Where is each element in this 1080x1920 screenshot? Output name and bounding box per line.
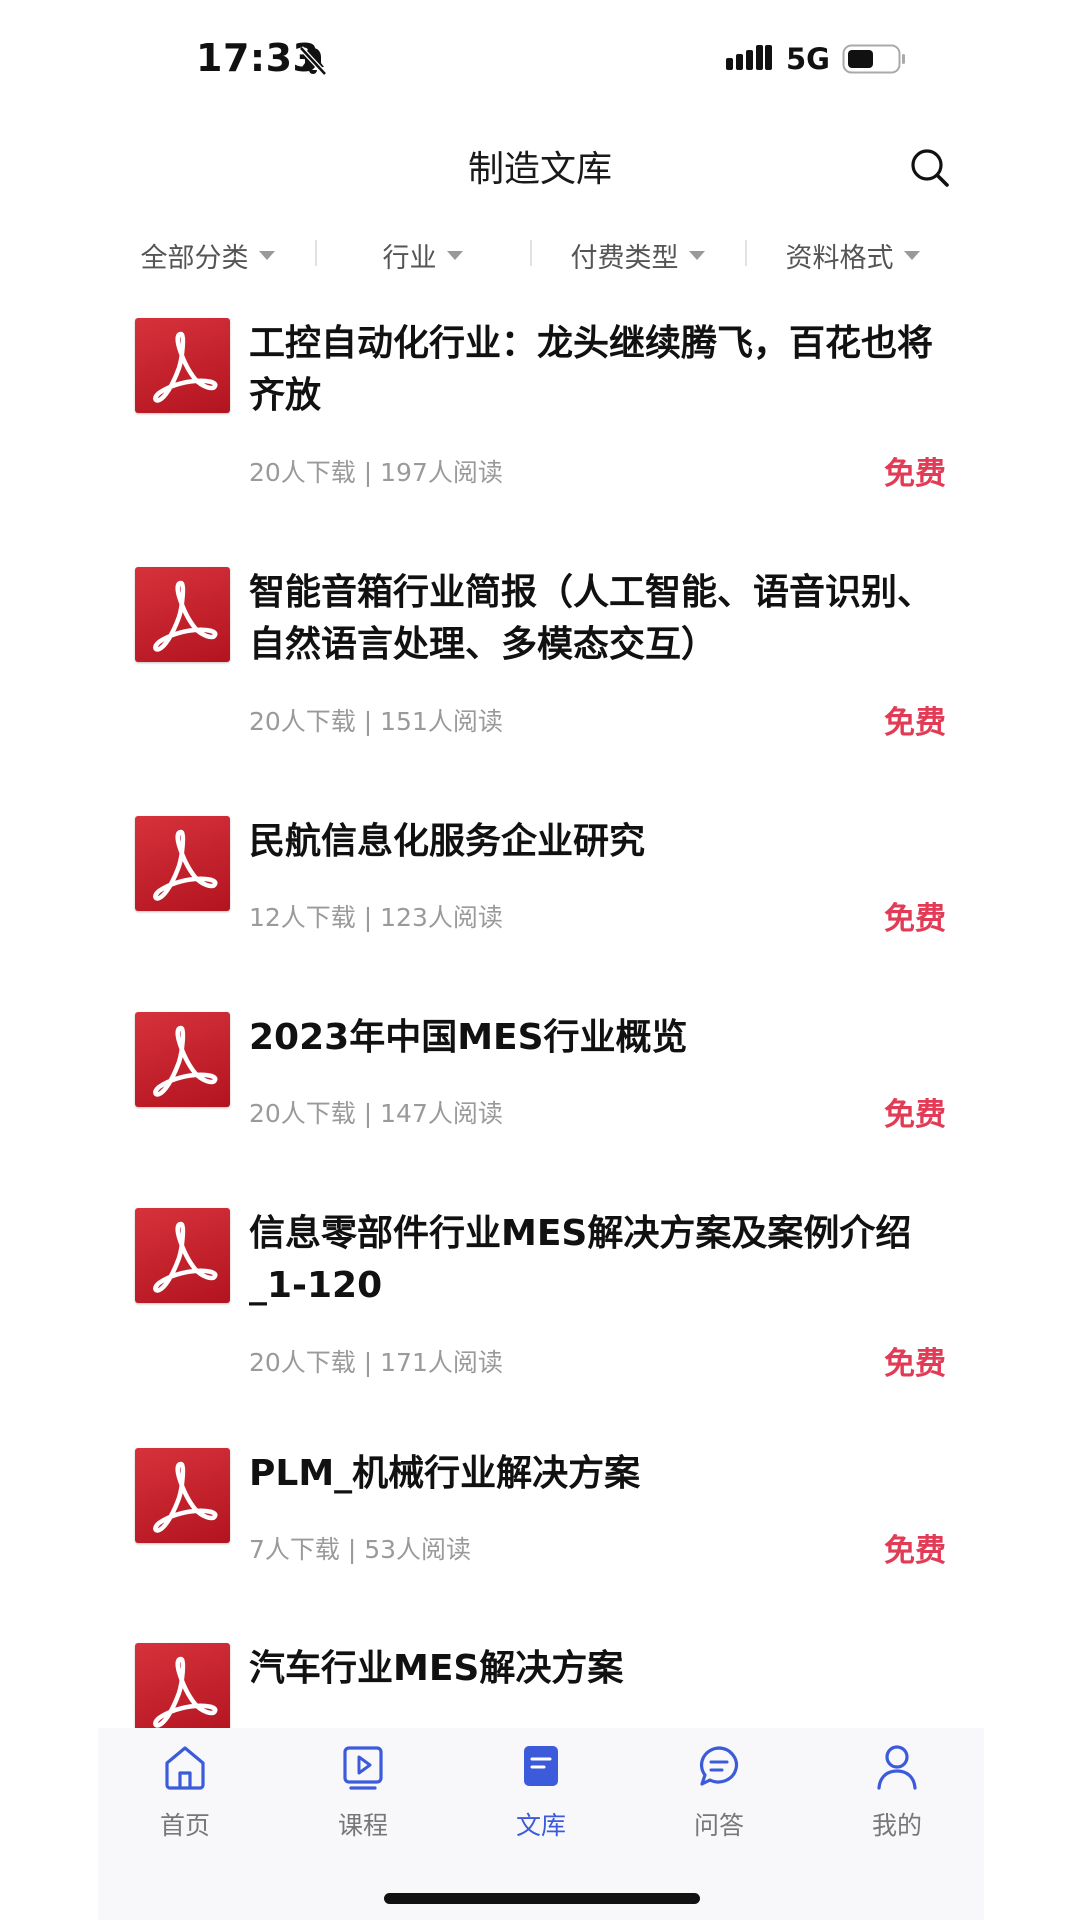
tab-label: 问答 — [693, 1811, 744, 1840]
chat-bubble-icon — [700, 1746, 739, 1786]
price-badge: 免费 — [884, 705, 946, 741]
caret-down-icon — [446, 250, 463, 260]
bell-muted-icon — [299, 46, 327, 76]
filter-payment-type[interactable]: 付费类型 — [530, 236, 745, 275]
battery-icon — [842, 44, 905, 74]
tab-label: 课程 — [337, 1811, 388, 1840]
bottom-tab-bar: 首页 课程 文库 问答 我的 — [98, 1728, 984, 1920]
document-list: 工控自动化行业：龙头继续腾飞，百花也将齐放 20人下载 | 197人阅读 免费 … — [0, 300, 1080, 1730]
document-title: 2023年中国MES行业概览 — [249, 1017, 688, 1058]
course-play-icon — [343, 1746, 383, 1790]
document-stats: 20人下载 | 147人阅读 — [249, 1099, 503, 1128]
document-item[interactable]: 2023年中国MES行业概览 20人下载 | 147人阅读 免费 — [0, 994, 1080, 1174]
tab-courses[interactable]: 课程 — [303, 1728, 423, 1848]
document-title: PLM_机械行业解决方案 — [249, 1453, 641, 1494]
document-title: 汽车行业MES解决方案 — [249, 1648, 624, 1689]
document-item[interactable]: PLM_机械行业解决方案 7人下载 | 53人阅读 免费 — [0, 1430, 1080, 1610]
pdf-icon — [135, 567, 230, 662]
document-item[interactable]: 汽车行业MES解决方案 免费 — [0, 1625, 1080, 1730]
pdf-icon — [135, 816, 230, 911]
filter-label: 资料格式 — [785, 242, 894, 274]
status-bar: 17:33 5G — [0, 0, 1080, 120]
home-icon — [165, 1746, 205, 1790]
search-icon[interactable] — [908, 146, 952, 190]
caret-down-icon — [903, 250, 920, 260]
tab-library[interactable]: 文库 — [481, 1728, 601, 1848]
pdf-icon — [135, 1448, 230, 1543]
document-title: 智能音箱行业简报（人工智能、语音识别、 自然语言处理、多模态交互） — [249, 572, 934, 665]
caret-down-icon — [258, 250, 275, 260]
price-badge: 免费 — [884, 1097, 946, 1133]
price-badge: 免费 — [884, 456, 946, 492]
document-stats: 20人下载 | 151人阅读 — [249, 707, 503, 736]
tab-label: 文库 — [515, 1811, 566, 1840]
filter-file-format[interactable]: 资料格式 — [745, 236, 960, 275]
filter-industry[interactable]: 行业 — [315, 236, 530, 275]
home-indicator — [384, 1893, 700, 1904]
tab-home[interactable]: 首页 — [125, 1728, 245, 1848]
document-item[interactable]: 工控自动化行业：龙头继续腾飞，百花也将齐放 20人下载 | 197人阅读 免费 — [0, 300, 1080, 530]
tab-profile[interactable]: 我的 — [837, 1728, 957, 1848]
document-item[interactable]: 民航信息化服务企业研究 12人下载 | 123人阅读 免费 — [0, 798, 1080, 978]
tab-label: 首页 — [159, 1811, 210, 1840]
document-stats: 12人下载 | 123人阅读 — [249, 903, 503, 932]
tab-label: 我的 — [871, 1811, 922, 1840]
document-stats: 20人下载 | 197人阅读 — [249, 458, 503, 487]
price-badge: 免费 — [884, 1346, 946, 1382]
pdf-icon — [135, 1643, 230, 1730]
document-stats: 7人下载 | 53人阅读 — [249, 1535, 472, 1564]
cellular-signal-icon — [726, 45, 772, 70]
tab-qa[interactable]: 问答 — [659, 1728, 779, 1848]
pdf-icon — [135, 1012, 230, 1107]
network-type: 5G — [786, 42, 830, 76]
document-item[interactable]: 智能音箱行业简报（人工智能、语音识别、 自然语言处理、多模态交互） 20人下载 … — [0, 549, 1080, 779]
document-item[interactable]: 信息零部件行业MES解决方案及案例介绍_1-120 20人下载 | 171人阅读… — [0, 1190, 1080, 1420]
document-title: 信息零部件行业MES解决方案及案例介绍_1-120 — [249, 1213, 912, 1306]
price-badge: 免费 — [884, 1533, 946, 1569]
filter-label: 全部分类 — [140, 242, 249, 274]
filter-label: 付费类型 — [570, 242, 679, 274]
document-title: 工控自动化行业：龙头继续腾飞，百花也将齐放 — [249, 323, 934, 416]
pdf-icon — [135, 1208, 230, 1303]
filter-label: 行业 — [382, 242, 437, 274]
document-title: 民航信息化服务企业研究 — [249, 821, 646, 862]
library-doc-icon — [524, 1746, 558, 1786]
filter-category[interactable]: 全部分类 — [100, 236, 315, 275]
filter-bar: 全部分类 行业 付费类型 资料格式 — [100, 230, 960, 280]
user-icon — [877, 1745, 917, 1790]
price-badge: 免费 — [884, 901, 946, 937]
caret-down-icon — [688, 250, 705, 260]
pdf-icon — [135, 318, 230, 413]
document-stats: 20人下载 | 171人阅读 — [249, 1348, 503, 1377]
